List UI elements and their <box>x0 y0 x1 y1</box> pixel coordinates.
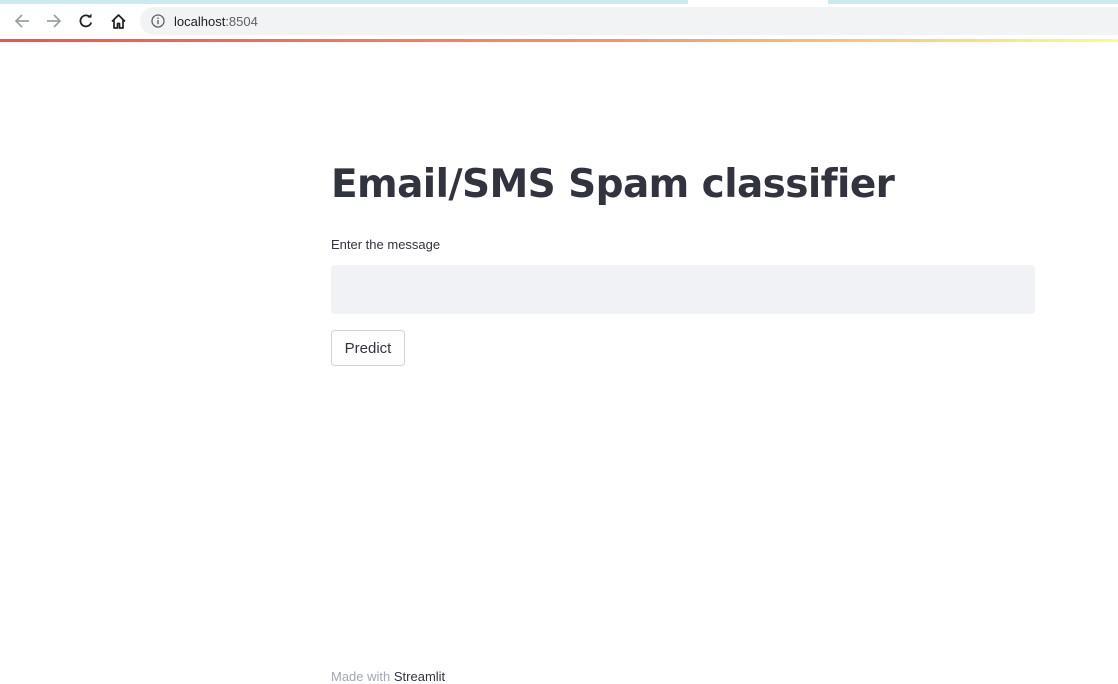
home-button[interactable] <box>104 7 132 35</box>
footer: Made with Streamlit <box>331 669 445 684</box>
url-host: localhost <box>174 13 226 29</box>
info-icon[interactable] <box>151 14 165 28</box>
address-bar[interactable]: localhost:8504 <box>140 7 1118 35</box>
main-content: Email/SMS Spam classifier Enter the mess… <box>331 42 1035 684</box>
predict-button[interactable]: Predict <box>331 330 405 366</box>
arrow-right-icon <box>47 14 62 28</box>
message-input-label: Enter the message <box>331 237 441 252</box>
page-title: Email/SMS Spam classifier <box>331 162 895 207</box>
reload-icon <box>79 13 93 28</box>
streamlit-link[interactable]: Streamlit <box>394 669 445 684</box>
arrow-left-icon <box>14 14 29 28</box>
browser-toolbar: localhost:8504 <box>0 4 1118 39</box>
footer-text: Made with <box>331 669 394 684</box>
message-input[interactable] <box>331 265 1035 314</box>
back-button[interactable] <box>8 7 36 35</box>
home-icon <box>110 13 126 29</box>
forward-button[interactable] <box>40 7 68 35</box>
url-text: localhost:8504 <box>174 14 258 29</box>
reload-button[interactable] <box>72 7 100 35</box>
url-port: :8504 <box>225 13 258 29</box>
